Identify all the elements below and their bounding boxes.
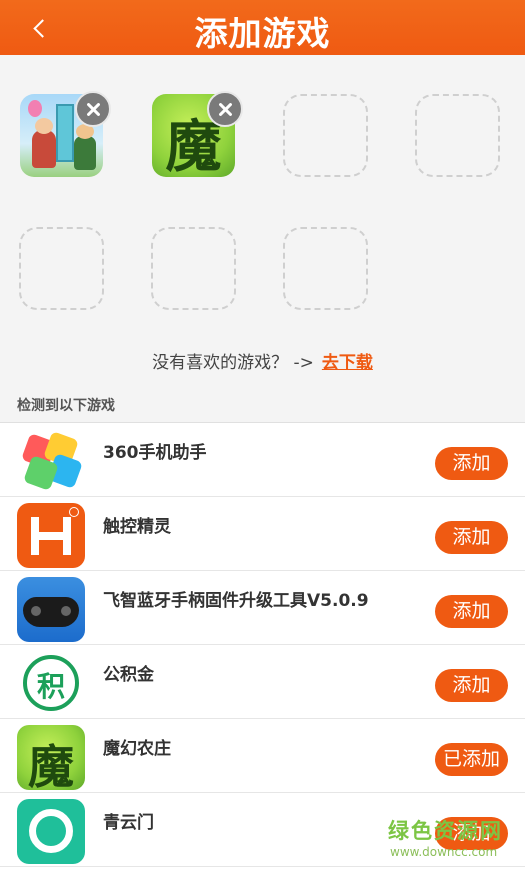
- empty-slot[interactable]: [151, 227, 236, 310]
- gamepad-icon: [17, 577, 85, 642]
- app-name: 公积金: [103, 665, 154, 685]
- prompt-text: 没有喜欢的游戏？ ->: [152, 353, 314, 373]
- page-title: 添加游戏: [194, 14, 331, 53]
- watermark-url: www.downcc.com: [390, 845, 498, 859]
- touch-h-icon: [17, 503, 85, 568]
- gongjijin-icon: 积: [17, 651, 85, 716]
- 360-icon: [17, 429, 85, 494]
- list-item: 积 公积金 添加: [0, 645, 525, 719]
- added-games-grid: 魔: [0, 55, 525, 339]
- list-item: 魔 魔幻农庄 已添加: [0, 719, 525, 793]
- empty-slot[interactable]: [415, 94, 500, 177]
- watermark-title: 绿色资源网: [388, 819, 503, 843]
- watermark: 绿色资源网 www.downcc.com: [388, 815, 518, 865]
- list-item: 触控精灵 添加: [0, 497, 525, 571]
- empty-slot[interactable]: [283, 94, 368, 177]
- app-name: 魔幻农庄: [103, 739, 171, 759]
- list-item: 飞智蓝牙手柄固件升级工具V5.0.9 添加: [0, 571, 525, 645]
- added-button[interactable]: 已添加: [435, 743, 508, 776]
- remove-close-icon[interactable]: [75, 91, 111, 127]
- empty-slot[interactable]: [19, 227, 104, 310]
- detected-games-label: 检测到以下游戏: [17, 398, 115, 414]
- app-header: 添加游戏: [0, 0, 525, 55]
- empty-slot[interactable]: [283, 227, 368, 310]
- add-button[interactable]: 添加: [435, 595, 508, 628]
- app-name: 飞智蓝牙手柄固件升级工具V5.0.9: [103, 591, 369, 611]
- app-name: 触控精灵: [103, 517, 171, 537]
- download-link[interactable]: 去下载: [322, 353, 373, 373]
- mo-icon: 魔: [17, 725, 85, 790]
- app-name: 360手机助手: [103, 443, 207, 463]
- add-button[interactable]: 添加: [435, 669, 508, 702]
- app-name: 青云门: [103, 813, 154, 833]
- detected-games-list: 360手机助手 添加 触控精灵 添加 飞智蓝牙手柄固件升级工具V5.0.9 添加…: [0, 422, 525, 869]
- list-item: 360手机助手 添加: [0, 423, 525, 497]
- add-button[interactable]: 添加: [435, 521, 508, 554]
- add-button[interactable]: 添加: [435, 447, 508, 480]
- remove-close-icon[interactable]: [207, 91, 243, 127]
- qingyunmen-icon: [17, 799, 85, 864]
- download-prompt: 没有喜欢的游戏？ -> 去下载: [0, 348, 525, 373]
